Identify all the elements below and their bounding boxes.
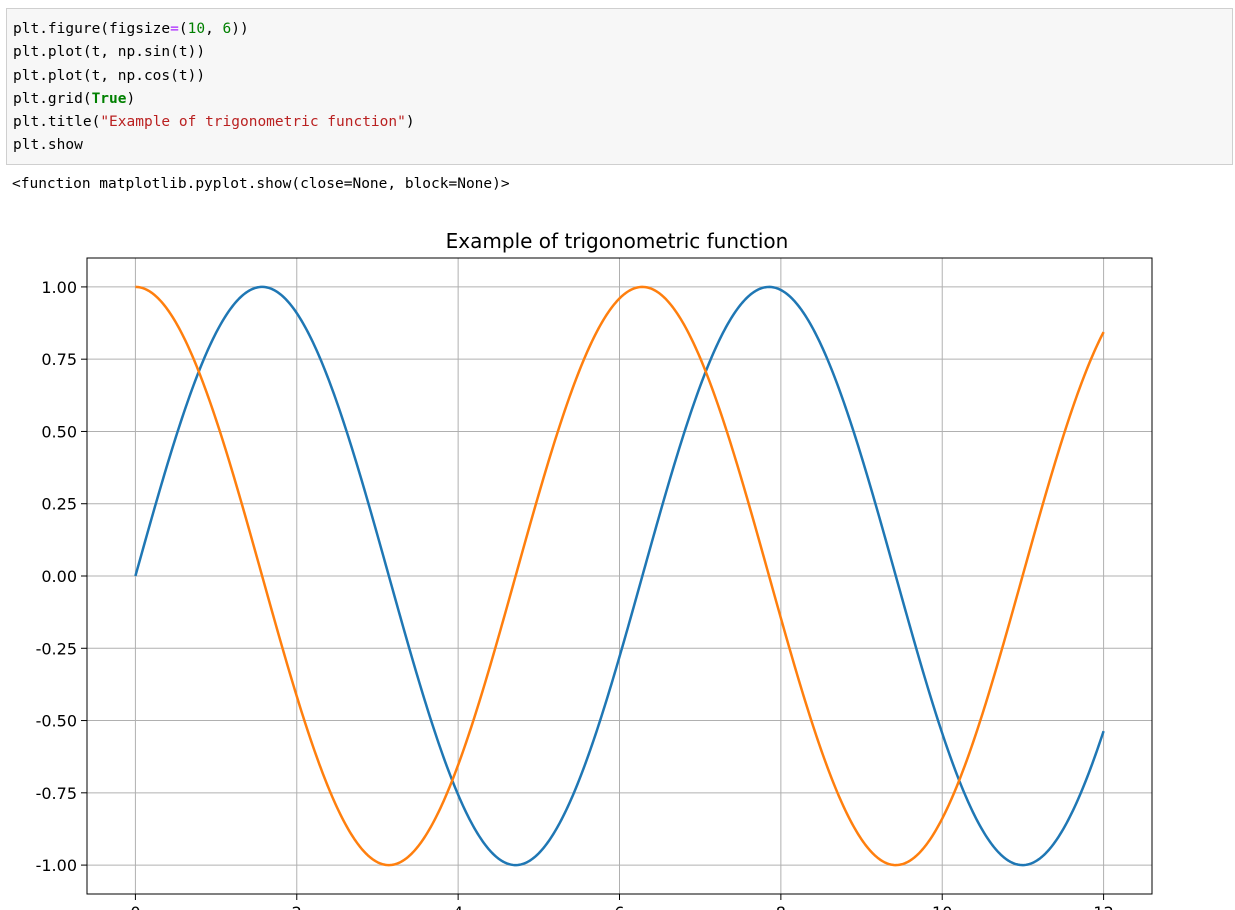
trig-line-chart: 0 2 4 6 8 10 12 1.00 0.75 0.50 0.25 0.00 -0.25 -0.50 -…: [36, 229, 1153, 910]
y-tick-label: 0.75: [41, 350, 77, 369]
code-token: True: [91, 90, 127, 107]
code-cell[interactable]: plt.figure(figsize=(10, 6)) plt.plot(t, n…: [6, 8, 1233, 165]
x-tick-label: 8: [776, 903, 786, 910]
code-lines: plt.figure(figsize=(10, 6)) plt.plot(t, n…: [13, 18, 1232, 158]
y-tick-label: -0.75: [36, 784, 77, 803]
cell-output-text: <function matplotlib.pyplot.show(close=N…: [12, 176, 510, 192]
y-tick-label: -0.25: [36, 639, 77, 658]
x-tick-label: 4: [453, 903, 463, 910]
code-token: )): [231, 21, 249, 37]
code-token: =: [170, 21, 179, 37]
x-tick-label: 10: [932, 903, 952, 910]
y-tick-label: -0.50: [36, 712, 77, 731]
code-token: (: [178, 21, 188, 37]
y-tick-label: 0.00: [41, 567, 77, 586]
code-line: plt.title("Example of trigonometric func…: [13, 111, 1232, 134]
grid-lines: [87, 258, 1152, 894]
chart-title: Example of trigonometric function: [446, 229, 789, 253]
code-token: 10: [187, 21, 206, 37]
code-line: plt.figure(figsize=(10, 6)): [13, 18, 1232, 41]
x-tick-label: 2: [292, 903, 302, 910]
code-token: ): [405, 114, 415, 131]
x-tick-label: 6: [614, 903, 624, 910]
code-token: plt.figure(figsize: [13, 21, 171, 37]
code-token: plt.grid(: [13, 90, 92, 107]
code-token: 6: [222, 21, 232, 37]
x-tick-label: 12: [1093, 903, 1113, 910]
y-tick-label: -1.00: [36, 856, 77, 875]
code-line: plt.plot(t, np.cos(t)): [13, 65, 1232, 88]
x-tick-label: 0: [130, 903, 140, 910]
y-tick-label: 1.00: [41, 278, 77, 297]
code-token: plt.plot(t, np.cos(t)): [13, 67, 206, 84]
code-line: plt.grid(True): [13, 88, 1232, 111]
code-token: plt.show: [13, 137, 83, 154]
code-line: plt.show: [13, 134, 1232, 157]
code-token: ,: [205, 21, 223, 37]
code-line: plt.plot(t, np.sin(t)): [13, 41, 1232, 64]
code-token: plt.title(: [13, 114, 101, 131]
code-token: ): [126, 90, 136, 107]
code-token: "Example of trigonometric function": [100, 114, 406, 131]
code-token: plt.plot(t, np.sin(t)): [13, 44, 206, 61]
y-tick-label: 0.50: [41, 422, 77, 441]
y-tick-label: 0.25: [41, 495, 77, 514]
